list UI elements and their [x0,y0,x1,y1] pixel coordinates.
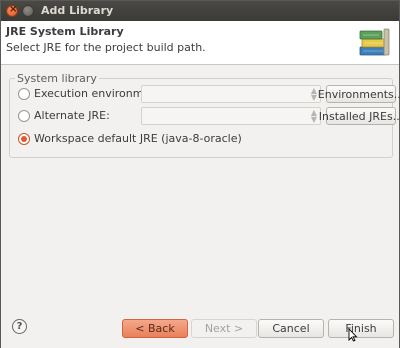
dialog-header: JRE System Library Select JRE for the pr… [1,21,399,65]
back-button[interactable]: < Back [122,319,188,338]
alternate-jre-label: Alternate JRE: [34,109,110,122]
title-bar[interactable]: × Add Library [1,1,399,21]
environments-button[interactable]: Environments... [318,85,400,103]
installed-jres-button[interactable]: Installed JREs... [319,107,400,125]
close-icon: × [9,4,18,15]
finish-button[interactable]: Finish [328,319,394,338]
radio-workspace-default-jre[interactable] [18,133,30,145]
books-icon [359,28,390,56]
option-alternate-jre[interactable]: Alternate JRE: ▲ ▼ Installed JREs... [18,106,400,126]
radio-execution-environment[interactable] [18,88,30,100]
radio-alternate-jre[interactable] [18,110,30,122]
close-window-button[interactable]: × [6,4,18,17]
help-button[interactable]: ? [12,319,27,334]
option-execution-environment[interactable]: Execution environment: ▲ ▼ Environments..… [18,84,400,104]
dialog-content: System library Execution environment: ▲ ▼… [1,66,400,306]
alternate-jre-select[interactable]: ▲ ▼ [141,107,321,125]
spinner-arrows-icon: ▲ ▼ [310,86,317,102]
next-button[interactable]: Next > [191,319,257,338]
dialog-footer: ? < Back Next > Cancel Finish [1,306,399,348]
help-icon: ? [16,321,23,332]
spinner-arrows-icon: ▲ ▼ [310,108,317,124]
page-subtitle: Select JRE for the project build path. [6,41,206,54]
minimize-window-button[interactable] [22,5,34,17]
mouse-cursor-icon [348,328,358,342]
execution-environment-select[interactable]: ▲ ▼ [141,85,321,103]
workspace-default-jre-label: Workspace default JRE (java-8-oracle) [34,132,242,145]
page-title: JRE System Library [6,25,124,38]
window-title: Add Library [41,4,114,17]
system-library-group: System library Execution environment: ▲ ▼… [9,72,400,158]
add-library-dialog: × Add Library JRE System Library Select … [0,0,400,348]
cancel-button[interactable]: Cancel [258,319,324,338]
option-workspace-default-jre[interactable]: Workspace default JRE (java-8-oracle) [18,129,394,149]
